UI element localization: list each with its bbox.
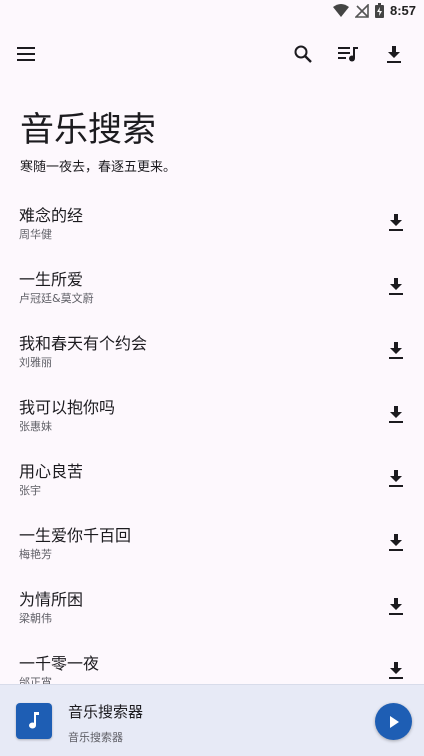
search-button[interactable] bbox=[287, 38, 319, 70]
status-bar: 8:57 bbox=[0, 0, 424, 24]
song-download-button[interactable] bbox=[384, 594, 408, 618]
song-artist: 卢冠廷&莫文蔚 bbox=[19, 292, 94, 305]
song-title: 一生所爱 bbox=[19, 270, 84, 289]
play-icon bbox=[389, 715, 399, 728]
song-artist: 张宇 bbox=[19, 484, 41, 497]
song-title: 为情所困 bbox=[19, 590, 84, 609]
header: 音乐搜索 寒随一夜去，春逐五更来。 bbox=[20, 108, 176, 175]
song-item[interactable]: 一生爱你千百回 梅艳芳 bbox=[0, 512, 424, 576]
download-icon bbox=[389, 277, 403, 295]
download-icon bbox=[389, 213, 403, 231]
song-artist: 梅艳芳 bbox=[19, 548, 52, 561]
song-item[interactable]: 难念的经 周华健 bbox=[0, 192, 424, 256]
top-app-bar bbox=[0, 30, 424, 78]
play-button[interactable] bbox=[375, 703, 412, 740]
download-icon bbox=[389, 661, 403, 679]
song-item[interactable]: 我可以抱你吗 张惠妹 bbox=[0, 384, 424, 448]
queue-music-icon bbox=[338, 47, 358, 62]
song-title: 我和春天有个约会 bbox=[19, 334, 148, 353]
wifi-icon bbox=[332, 3, 349, 17]
song-item[interactable]: 一千零一夜 邰正宵 bbox=[0, 640, 424, 684]
song-artist: 周华健 bbox=[19, 228, 52, 241]
song-download-button[interactable] bbox=[384, 530, 408, 554]
player-title: 音乐搜索器 bbox=[68, 703, 144, 721]
menu-button[interactable] bbox=[10, 38, 42, 70]
song-artist: 刘雅丽 bbox=[19, 356, 52, 369]
battery-charging-icon bbox=[374, 3, 384, 18]
song-item[interactable]: 我和春天有个约会 刘雅丽 bbox=[0, 320, 424, 384]
song-title: 我可以抱你吗 bbox=[19, 398, 116, 417]
song-title: 一千零一夜 bbox=[19, 654, 100, 673]
song-download-button[interactable] bbox=[384, 658, 408, 682]
download-icon bbox=[389, 597, 403, 615]
download-icon bbox=[389, 533, 403, 551]
song-title: 难念的经 bbox=[19, 206, 84, 225]
download-all-button[interactable] bbox=[378, 38, 410, 70]
song-list: 难念的经 周华健 一生所爱 卢冠廷&莫文蔚 我和春天有个约会 刘雅丽 我可以抱你… bbox=[0, 192, 424, 684]
song-artist: 梁朝伟 bbox=[19, 612, 52, 625]
song-title: 用心良苦 bbox=[19, 462, 84, 481]
hamburger-icon bbox=[17, 47, 35, 61]
search-icon bbox=[294, 45, 312, 63]
page-subtitle: 寒随一夜去，春逐五更来。 bbox=[20, 160, 177, 175]
queue-button[interactable] bbox=[332, 38, 364, 70]
song-item[interactable]: 为情所困 梁朝伟 bbox=[0, 576, 424, 640]
status-icons: 8:57 bbox=[332, 3, 416, 18]
song-download-button[interactable] bbox=[384, 402, 408, 426]
song-download-button[interactable] bbox=[384, 210, 408, 234]
music-note-icon bbox=[29, 712, 39, 729]
status-time: 8:57 bbox=[389, 3, 416, 18]
song-download-button[interactable] bbox=[384, 338, 408, 362]
song-artist: 邰正宵 bbox=[19, 676, 52, 684]
download-icon bbox=[389, 405, 403, 423]
song-artist: 张惠妹 bbox=[19, 420, 52, 433]
download-icon bbox=[387, 45, 401, 63]
page-title: 音乐搜索 bbox=[20, 110, 156, 150]
player-subtitle: 音乐搜索器 bbox=[68, 731, 123, 744]
song-item[interactable]: 一生所爱 卢冠廷&莫文蔚 bbox=[0, 256, 424, 320]
download-icon bbox=[389, 469, 403, 487]
mini-player[interactable]: 音乐搜索器 音乐搜索器 bbox=[0, 684, 424, 756]
download-icon bbox=[389, 341, 403, 359]
player-album-art bbox=[16, 703, 52, 739]
song-download-button[interactable] bbox=[384, 274, 408, 298]
song-item[interactable]: 用心良苦 张宇 bbox=[0, 448, 424, 512]
no-signal-icon bbox=[354, 3, 369, 18]
song-title: 一生爱你千百回 bbox=[19, 526, 132, 545]
song-download-button[interactable] bbox=[384, 466, 408, 490]
